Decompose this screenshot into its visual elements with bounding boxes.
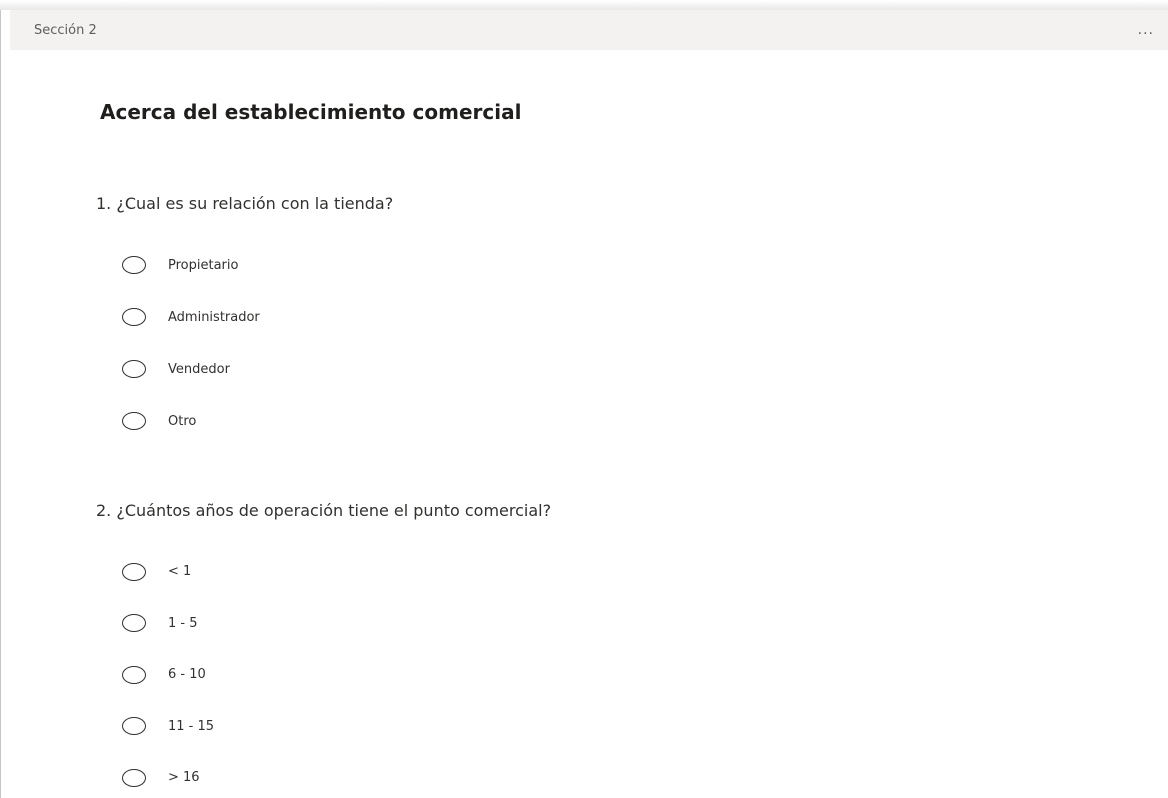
more-options-icon[interactable]: ... — [1134, 22, 1158, 38]
radio-button[interactable] — [122, 768, 146, 787]
option-otro[interactable]: Otro — [122, 395, 393, 447]
option-vendedor[interactable]: Vendedor — [122, 343, 393, 395]
radio-button[interactable] — [122, 614, 146, 633]
radio-button[interactable] — [122, 256, 146, 274]
option-11-15[interactable]: 11 - 15 — [122, 701, 551, 753]
option-label: Otro — [168, 413, 197, 429]
option-propietario[interactable]: Propietario — [122, 239, 393, 291]
radio-button[interactable] — [122, 665, 146, 684]
option-label: > 16 — [168, 770, 200, 786]
option-6-10[interactable]: 6 - 10 — [122, 649, 551, 701]
question-1-text: 1. ¿Cual es su relación con la tienda? — [96, 194, 394, 213]
option-label: 11 - 15 — [168, 718, 215, 734]
option-label: 1 - 5 — [168, 615, 198, 631]
radio-button[interactable] — [122, 360, 146, 378]
option-administrador[interactable]: Administrador — [122, 291, 393, 343]
section-title: Acerca del establecimiento comercial — [100, 100, 522, 124]
radio-button[interactable] — [122, 308, 146, 326]
option-1-5[interactable]: 1 - 5 — [122, 598, 551, 650]
window-left-edge — [0, 10, 1, 798]
option-label: < 1 — [168, 564, 192, 580]
option-label: Propietario — [168, 257, 239, 273]
option-label: Vendedor — [168, 361, 230, 377]
question-1-options: Propietario Administrador Vendedor Otro — [122, 239, 393, 447]
form-page: Sección 2 ... Acerca del establecimiento… — [0, 0, 1168, 798]
radio-button[interactable] — [122, 412, 146, 430]
section-header: Sección 2 ... — [10, 10, 1168, 50]
section-label: Sección 2 — [34, 22, 97, 38]
question-2: 2. ¿Cuántos años de operación tiene el p… — [96, 498, 551, 798]
question-2-text: 2. ¿Cuántos años de operación tiene el p… — [96, 501, 552, 520]
radio-button[interactable] — [122, 562, 146, 581]
question-2-options: < 1 1 - 5 6 - 10 11 - 15 > 16 — [122, 546, 551, 798]
question-1: 1. ¿Cual es su relación con la tienda? P… — [96, 191, 393, 447]
option-greater-than-16[interactable]: > 16 — [122, 752, 551, 798]
option-less-than-1[interactable]: < 1 — [122, 546, 551, 598]
window-top-edge — [0, 0, 1168, 10]
option-label: Administrador — [168, 309, 260, 325]
radio-button[interactable] — [122, 717, 146, 736]
option-label: 6 - 10 — [168, 667, 206, 683]
